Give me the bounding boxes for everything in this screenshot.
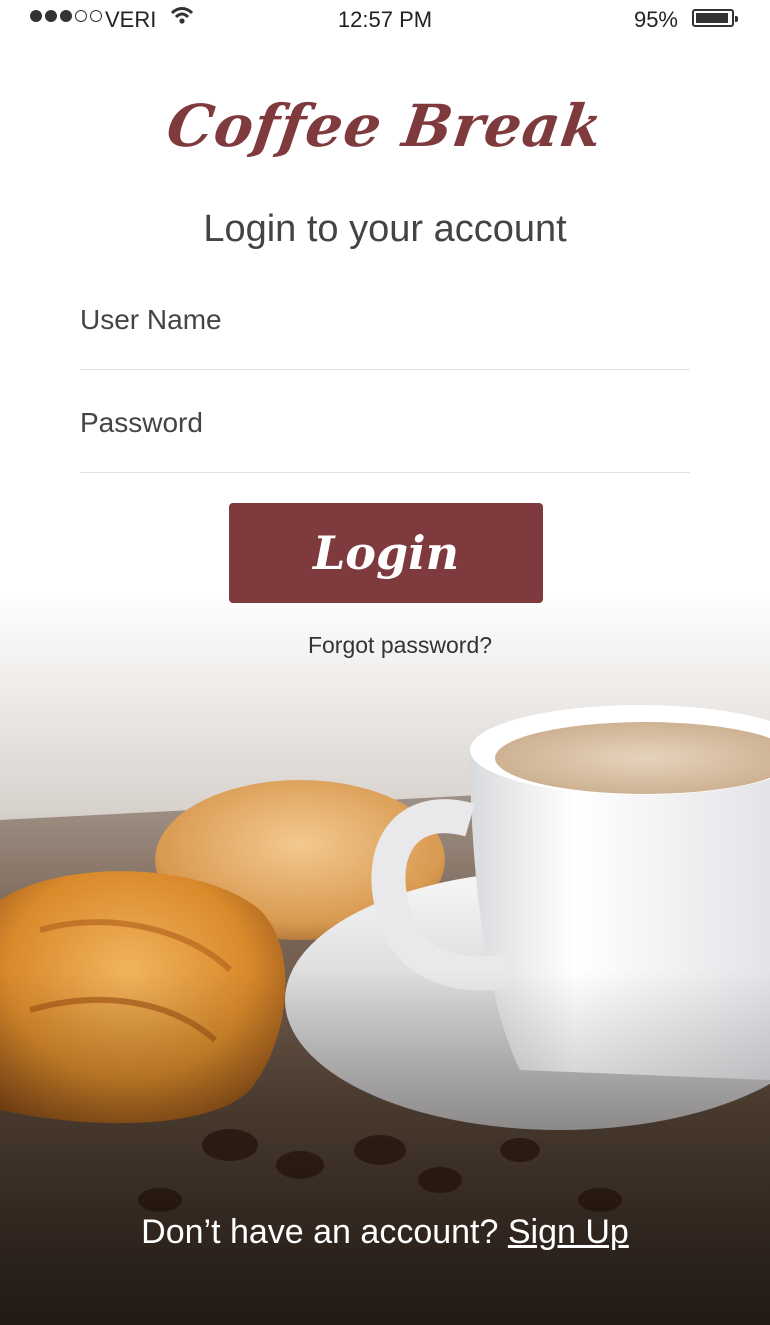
username-input[interactable] — [80, 292, 690, 348]
page-title: Login to your account — [203, 208, 567, 250]
signup-prompt: Don’t have an account? Sign Up — [0, 1213, 770, 1252]
login-screen: VERI 12:57 PM 95% Coffee Break Login to … — [0, 0, 770, 1325]
login-button[interactable]: Login — [229, 503, 543, 603]
password-field — [80, 395, 690, 473]
battery-icon — [692, 9, 738, 27]
battery-percentage: 95% — [633, 7, 678, 32]
signup-prompt-text: Don’t have an account? — [141, 1213, 499, 1251]
app-logo: Coffee Break — [162, 92, 608, 160]
password-input[interactable] — [80, 395, 690, 451]
status-bar: VERI 12:57 PM 95% — [0, 0, 770, 40]
forgot-password-link[interactable]: Forgot password? — [0, 632, 770, 659]
signup-link[interactable]: Sign Up — [508, 1213, 629, 1251]
username-field — [80, 292, 690, 370]
